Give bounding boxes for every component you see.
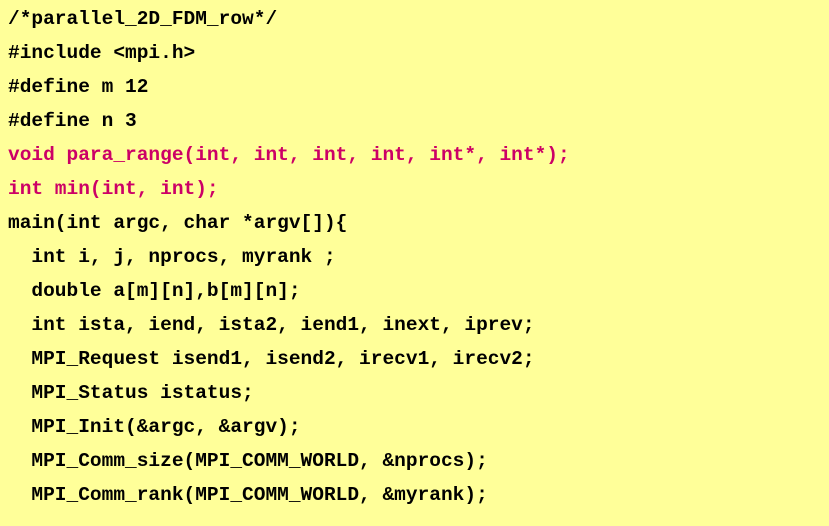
code-line-comment: /*parallel_2D_FDM_row*/	[8, 8, 278, 30]
code-line-mpi-comm-rank: MPI_Comm_rank(MPI_COMM_WORLD, &myrank);	[8, 484, 488, 506]
code-line-double-arrays: double a[m][n],b[m][n];	[8, 280, 301, 302]
code-line-mpi-status: MPI_Status istatus;	[8, 382, 254, 404]
code-line-para-range-prototype: void para_range(int, int, int, int, int*…	[8, 144, 570, 166]
code-line-int-declarations: int i, j, nprocs, myrank ;	[8, 246, 336, 268]
code-line-main-signature: main(int argc, char *argv[]){	[8, 212, 348, 234]
code-line-mpi-init: MPI_Init(&argc, &argv);	[8, 416, 301, 438]
code-line-index-declarations: int ista, iend, ista2, iend1, inext, ipr…	[8, 314, 535, 336]
code-listing: /*parallel_2D_FDM_row*/ #include <mpi.h>…	[0, 0, 829, 526]
code-line-define-n: #define n 3	[8, 110, 137, 132]
code-line-define-m: #define m 12	[8, 76, 149, 98]
code-line-min-prototype: int min(int, int);	[8, 178, 219, 200]
code-line-mpi-request: MPI_Request isend1, isend2, irecv1, irec…	[8, 348, 535, 370]
code-line-mpi-comm-size: MPI_Comm_size(MPI_COMM_WORLD, &nprocs);	[8, 450, 488, 472]
code-line-include: #include <mpi.h>	[8, 42, 196, 64]
